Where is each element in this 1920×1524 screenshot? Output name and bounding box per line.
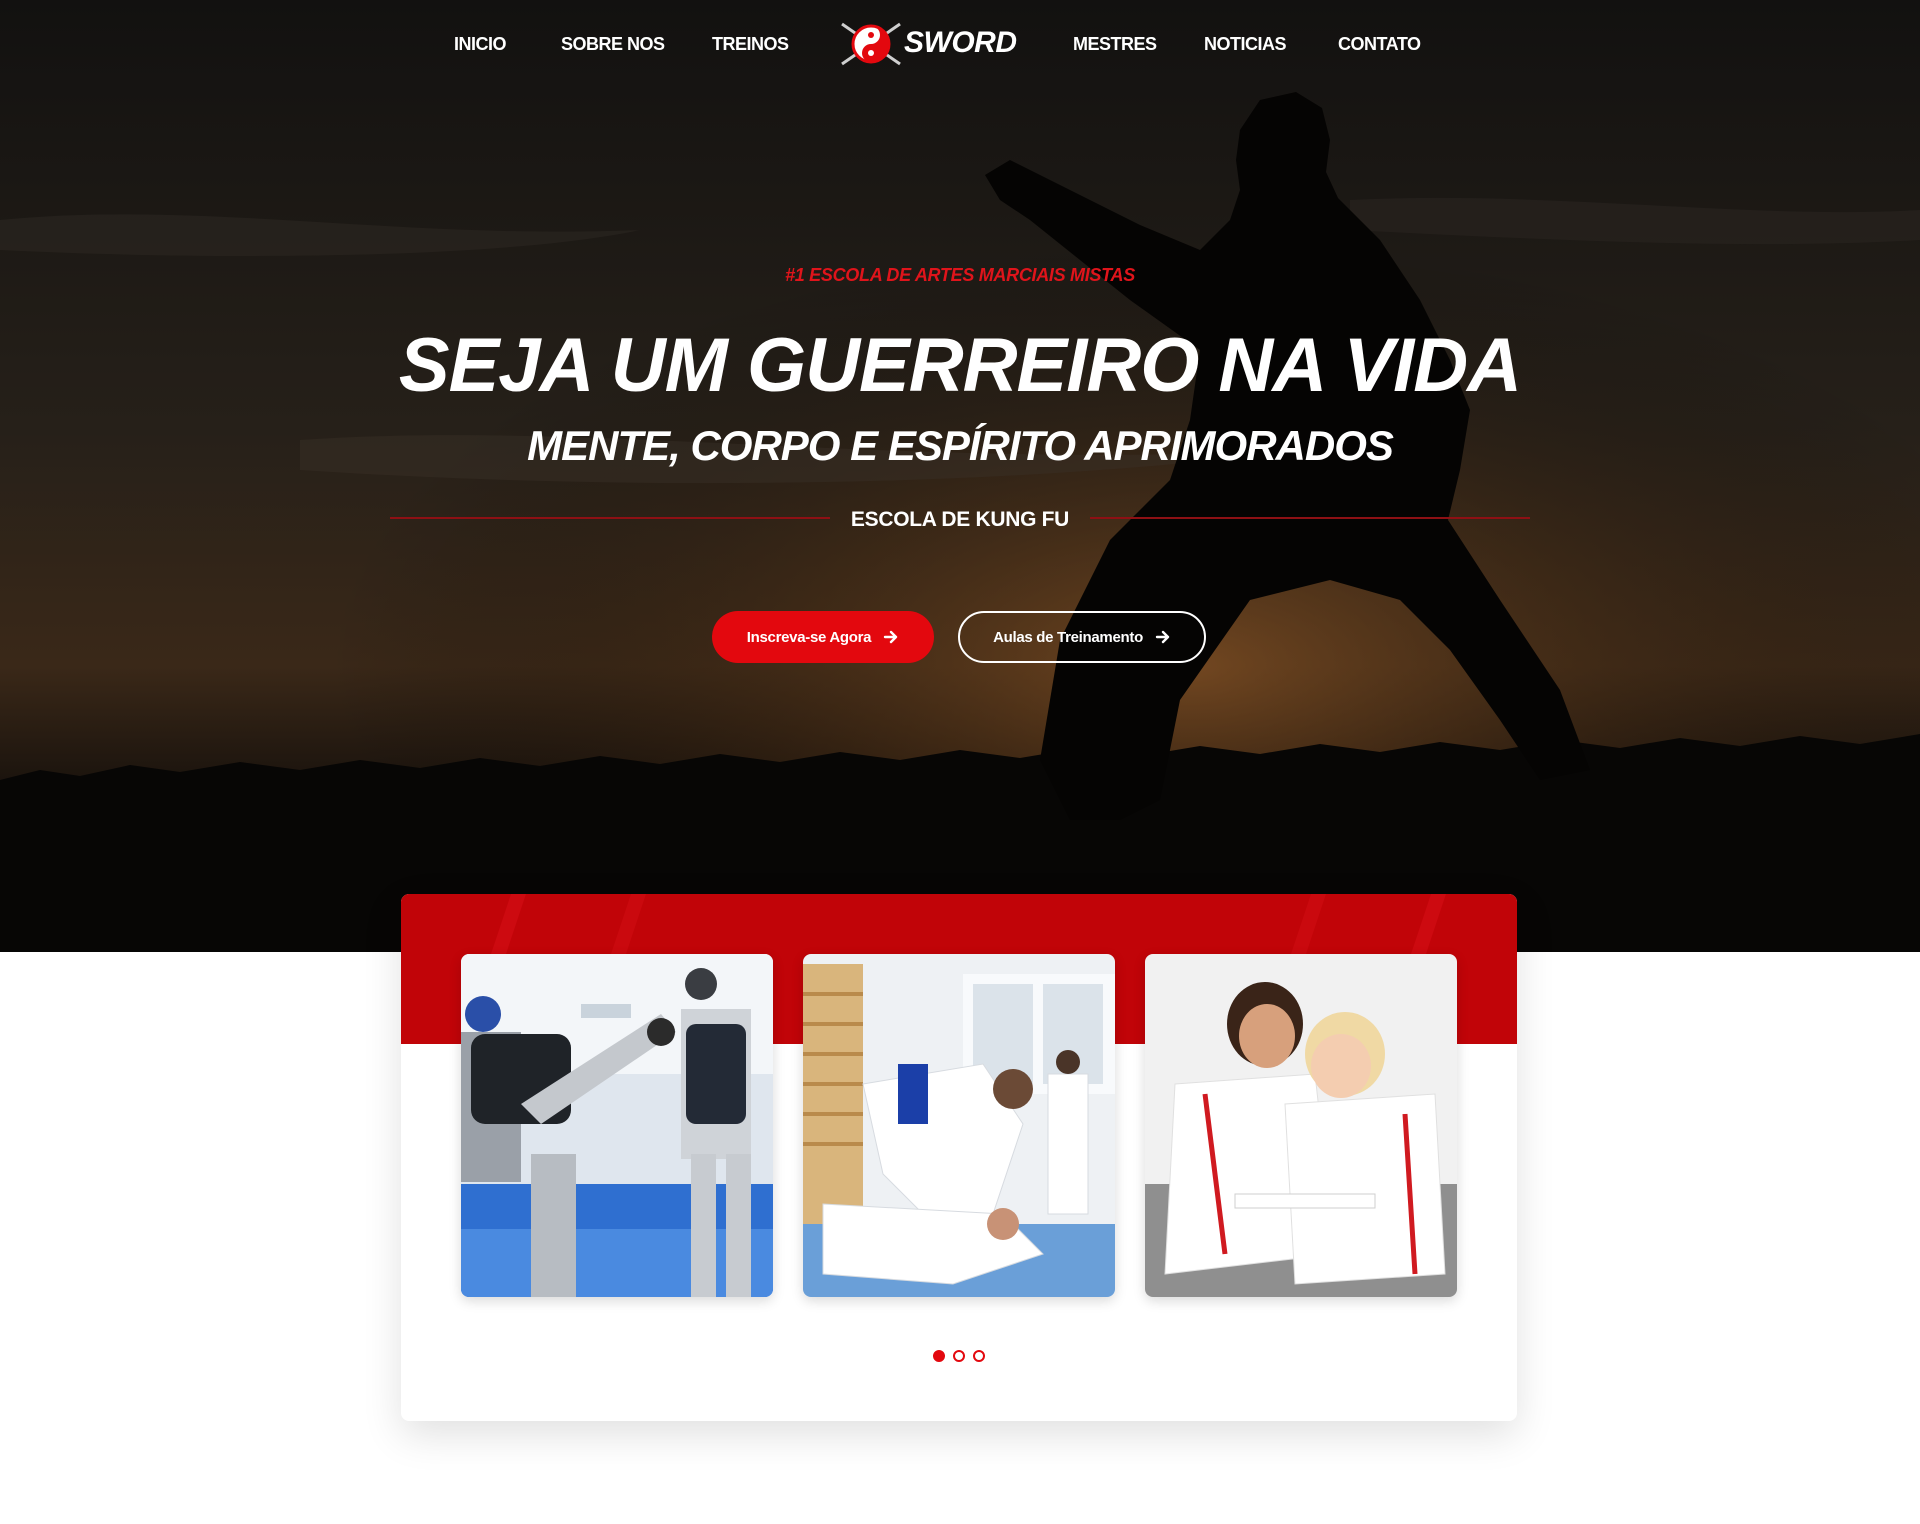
nav-item-contato[interactable]: CONTATO xyxy=(1338,34,1421,55)
signup-button[interactable]: Inscreva-se Agora xyxy=(712,611,934,663)
slider-dot-3[interactable] xyxy=(973,1350,985,1362)
training-classes-button-label: Aulas de Treinamento xyxy=(993,628,1143,646)
logo-text: SWORD xyxy=(904,26,1017,59)
training-slider-card xyxy=(401,894,1517,1421)
nav-item-sobre-nos[interactable]: SOBRE NOS xyxy=(561,34,665,55)
nav-item-inicio[interactable]: INICIO xyxy=(454,34,507,55)
site-logo[interactable]: SWORD xyxy=(838,20,1017,68)
slider-pagination xyxy=(401,1350,1517,1364)
arrow-right-icon xyxy=(1155,630,1170,644)
yin-yang-sword-icon xyxy=(841,22,901,66)
nav-item-mestres[interactable]: MESTRES xyxy=(1073,34,1157,55)
training-classes-button[interactable]: Aulas de Treinamento xyxy=(958,611,1206,663)
slide-judo[interactable] xyxy=(803,954,1115,1297)
arrow-right-icon xyxy=(884,630,898,644)
hero-subheadline: MENTE, CORPO E ESPÍRITO APRIMORADOS xyxy=(527,422,1394,469)
slide-kids[interactable] xyxy=(1145,954,1457,1297)
hero-school-label: ESCOLA DE KUNG FU xyxy=(850,508,1070,531)
taekwondo-kick-photo xyxy=(461,954,773,1297)
judo-throw-photo xyxy=(803,954,1115,1297)
nav-item-noticias[interactable]: NOTICIAS xyxy=(1204,34,1287,55)
slider-dot-2[interactable] xyxy=(953,1350,965,1362)
kids-jiu-jitsu-hug-photo xyxy=(1145,954,1457,1297)
slider-dot-1[interactable] xyxy=(933,1350,945,1362)
hero-section: INICIO SOBRE NOS TREINOS MESTRES NOTICIA… xyxy=(0,0,1920,952)
signup-button-label: Inscreva-se Agora xyxy=(746,628,872,646)
nav-item-treinos[interactable]: TREINOS xyxy=(712,34,789,55)
hero-headline: SEJA UM GUERREIRO NA VIDA xyxy=(398,323,1522,408)
slide-taekwondo[interactable] xyxy=(461,954,773,1297)
hero-eyebrow: #1 ESCOLA DE ARTES MARCIAIS MISTAS xyxy=(785,265,1135,285)
hero-background-silhouette xyxy=(0,0,1920,952)
